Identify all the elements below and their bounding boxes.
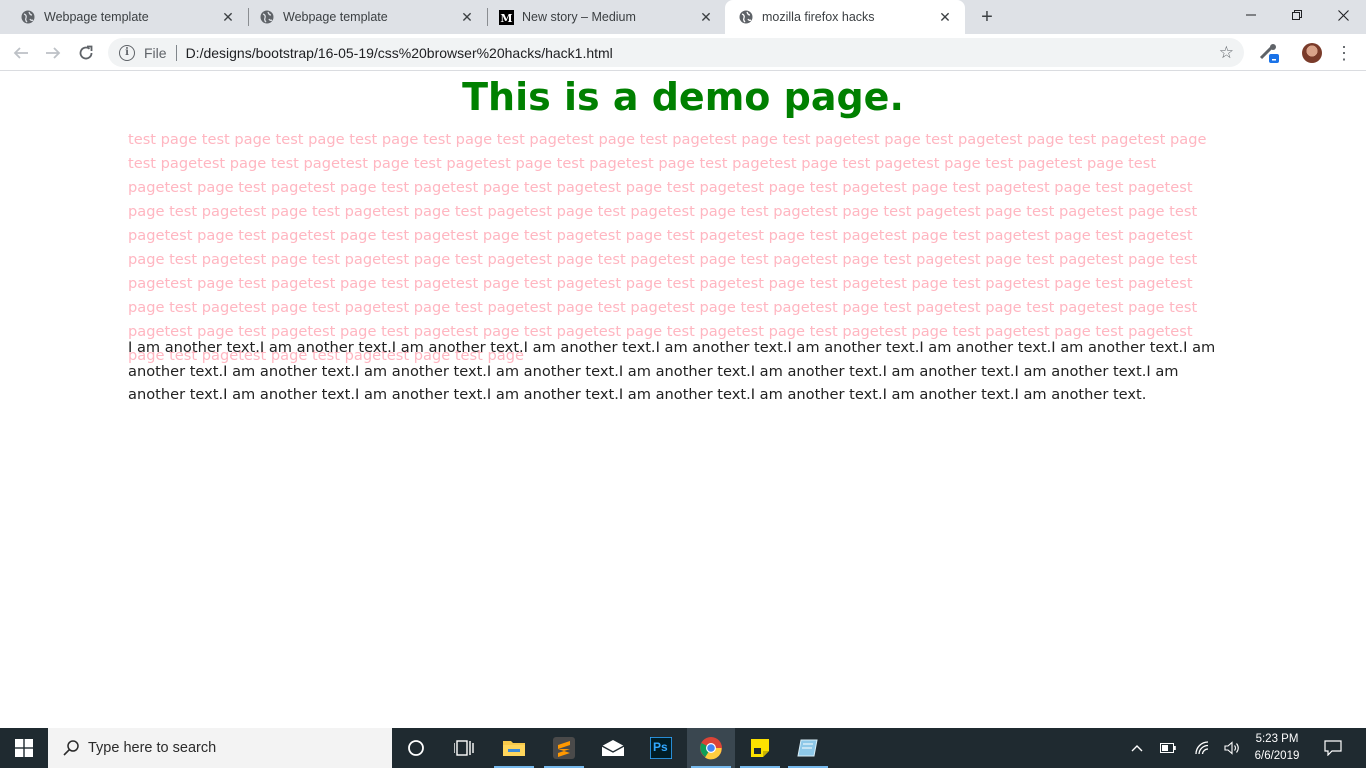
scheme-label: File — [144, 44, 167, 61]
address-bar[interactable]: i File D:/designs/bootstrap/16-05-19/css… — [108, 38, 1244, 67]
close-icon[interactable]: ✕ — [220, 9, 236, 25]
windows-logo-icon — [15, 739, 33, 757]
close-window-icon — [1337, 9, 1349, 21]
clock-date: 6/6/2019 — [1254, 750, 1300, 762]
tab-title: New story – Medium — [522, 10, 636, 24]
close-icon[interactable]: ✕ — [698, 9, 714, 25]
forward-button[interactable] — [41, 41, 65, 65]
new-tab-button[interactable]: + — [977, 6, 997, 28]
page-heading: This is a demo page. — [462, 75, 904, 119]
photoshop-label: Ps — [653, 740, 668, 754]
show-hidden-icons-chevron[interactable] — [1128, 728, 1146, 768]
minimize-icon — [1246, 14, 1256, 16]
forward-arrow-icon — [46, 47, 61, 59]
wifi-icon[interactable] — [1192, 728, 1212, 768]
browser-toolbar: i File D:/designs/bootstrap/16-05-19/css… — [0, 34, 1366, 71]
restore-button[interactable] — [1274, 0, 1320, 30]
reload-button[interactable] — [74, 41, 98, 65]
globe-icon — [20, 9, 36, 25]
site-info-icon[interactable]: i — [119, 44, 135, 61]
globe-icon — [259, 9, 275, 25]
search-icon — [63, 740, 79, 756]
taskbar-clock[interactable]: 5:23 PM 6/6/2019 — [1246, 731, 1308, 765]
close-icon[interactable]: ✕ — [459, 9, 475, 25]
profile-avatar[interactable] — [1302, 43, 1322, 63]
back-button[interactable] — [9, 41, 33, 65]
tab-title: Webpage template — [44, 10, 149, 24]
clock-time: 5:23 PM — [1255, 733, 1299, 745]
address-divider — [175, 44, 177, 61]
page-content: This is a demo page. test page test page… — [0, 71, 1366, 728]
restore-icon — [1292, 10, 1302, 20]
start-button[interactable] — [0, 728, 48, 768]
tab-strip: Webpage template ✕ Webpage template ✕ M … — [0, 0, 1366, 34]
close-window-button[interactable] — [1320, 0, 1366, 30]
photoshop-icon[interactable]: Ps — [637, 728, 685, 768]
pink-paragraph: test page test page test page test page … — [128, 131, 1207, 364]
globe-icon — [738, 9, 754, 25]
task-view-icon[interactable] — [440, 728, 488, 768]
reload-icon — [79, 45, 93, 60]
app-icon[interactable] — [784, 728, 832, 768]
mail-icon[interactable] — [589, 728, 637, 768]
svg-text:M: M — [500, 12, 512, 25]
close-icon[interactable]: ✕ — [937, 9, 953, 25]
back-arrow-icon — [13, 47, 28, 59]
tab-title: mozilla firefox hacks — [762, 10, 875, 24]
windows-taskbar: Type here to search Ps 5:23 PM 6/6/2019 — [0, 728, 1366, 768]
another-text-paragraph: I am another text.I am another text.I am… — [128, 339, 1216, 403]
volume-icon[interactable] — [1222, 728, 1242, 768]
search-placeholder: Type here to search — [88, 740, 217, 756]
file-explorer-icon[interactable] — [490, 728, 538, 768]
tab-webpage-template-2[interactable]: Webpage template ✕ — [239, 0, 487, 34]
medium-icon: M — [498, 9, 514, 25]
taskbar-search-box[interactable]: Type here to search — [48, 728, 392, 768]
battery-icon[interactable] — [1158, 728, 1178, 768]
bookmark-star-icon[interactable]: ☆ — [1219, 43, 1234, 63]
extension-icon[interactable] — [1258, 42, 1280, 64]
chevron-up-icon — [1131, 745, 1143, 752]
minimize-button[interactable] — [1228, 0, 1274, 30]
url-text[interactable]: D:/designs/bootstrap/16-05-19/css%20brow… — [186, 45, 613, 61]
sticky-notes-icon[interactable] — [736, 728, 784, 768]
tab-medium[interactable]: M New story – Medium ✕ — [478, 0, 726, 34]
tab-webpage-template-1[interactable]: Webpage template ✕ — [0, 0, 248, 34]
sublime-text-icon[interactable] — [540, 728, 588, 768]
cortana-icon[interactable] — [392, 728, 440, 768]
tab-title: Webpage template — [283, 10, 388, 24]
menu-icon[interactable]: ⋮ — [1335, 42, 1353, 64]
chrome-icon[interactable] — [687, 728, 735, 768]
action-center-icon[interactable] — [1322, 728, 1344, 768]
tab-mozilla-firefox-hacks[interactable]: mozilla firefox hacks ✕ — [725, 0, 965, 34]
